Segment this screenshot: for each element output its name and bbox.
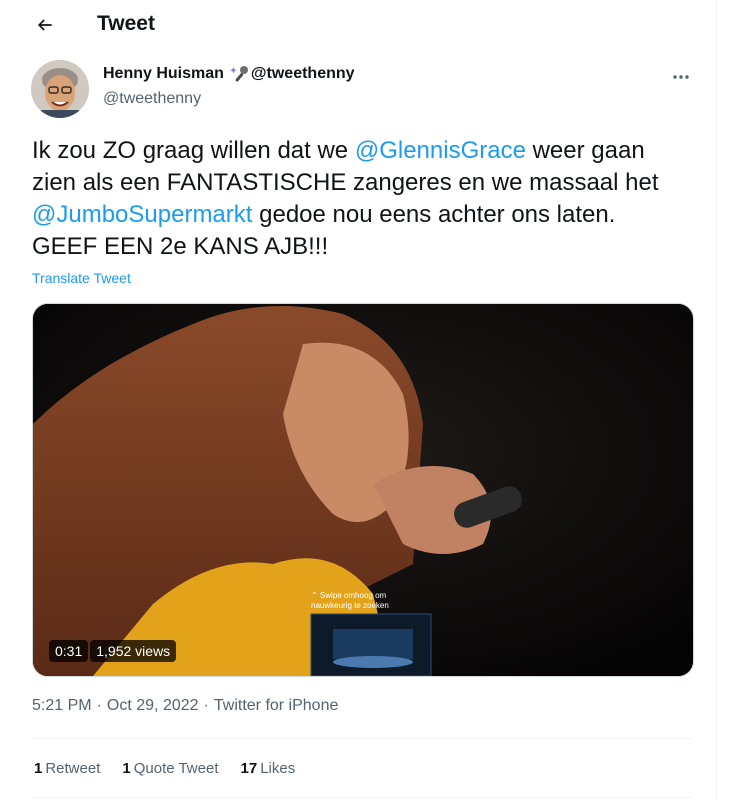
author-display-name[interactable]: Henny Huisman [103,64,224,84]
video-duration: 0:31 [49,640,89,662]
header: Tweet [0,0,716,50]
likes-stat[interactable]: 17 Likes [241,760,296,777]
separator-dot: · [96,697,102,714]
back-button[interactable] [28,8,62,42]
divider [32,797,692,798]
tweet-stats: 1 Retweet 1 Quote Tweet 17 Likes [34,760,295,777]
retweets-label: Retweet [45,760,101,777]
author-name-suffix: @tweethenny [250,65,355,82]
page-title: Tweet [97,12,155,35]
avatar-image [31,60,89,118]
video-views: 1,952 views [90,640,177,662]
video-overlay-text: ⌃ Swipe omhoog om [311,591,387,600]
tweet-date[interactable]: Oct 29, 2022 [107,697,199,715]
video-info-badge: 0:31 1,952 views [49,640,177,662]
more-horizontal-icon [673,75,689,79]
likes-count: 17 [240,760,258,777]
mention-link[interactable]: @GlennisGrace [355,137,526,164]
translate-tweet-link[interactable]: Translate Tweet [32,270,131,286]
quote-tweets-stat[interactable]: 1 Quote Tweet [122,760,218,777]
more-button[interactable] [666,62,696,92]
video-thumbnail: ⌃ Swipe omhoog om nauwkeurig te zoeken [33,304,693,676]
divider [32,738,692,739]
tweet-meta: 5:21 PM · Oct 29, 2022 · Twitter for iPh… [32,697,338,715]
likes-label: Likes [260,760,296,777]
video-player[interactable]: ⌃ Swipe omhoog om nauwkeurig te zoeken 0… [32,303,694,677]
retweets-count: 1 [34,760,43,777]
retweets-stat[interactable]: 1 Retweet [34,760,100,777]
tweet-text: Ik zou ZO graag willen dat we @GlennisGr… [32,135,672,263]
mention-link[interactable]: @JumboSupermarkt [32,201,252,228]
tweet-text-segment: Ik zou ZO graag willen dat we [32,137,355,164]
author-name-row: Henny Huisman @tweethenny [103,64,355,84]
avatar[interactable] [31,60,89,118]
microphone-sparkle-icon [229,65,249,83]
tweet-time[interactable]: 5:21 PM [32,697,92,715]
tweet-detail-page: Tweet Henny Huisman @tweethenny @tweethe… [0,0,717,800]
author-handle[interactable]: @tweethenny [103,89,201,109]
quote-tweets-label: Quote Tweet [133,760,219,777]
tweet-source[interactable]: Twitter for iPhone [214,697,339,715]
quote-tweets-count: 1 [122,760,131,777]
video-overlay-text: nauwkeurig te zoeken [311,601,389,610]
arrow-left-icon [37,19,52,31]
separator-dot: · [203,697,209,714]
